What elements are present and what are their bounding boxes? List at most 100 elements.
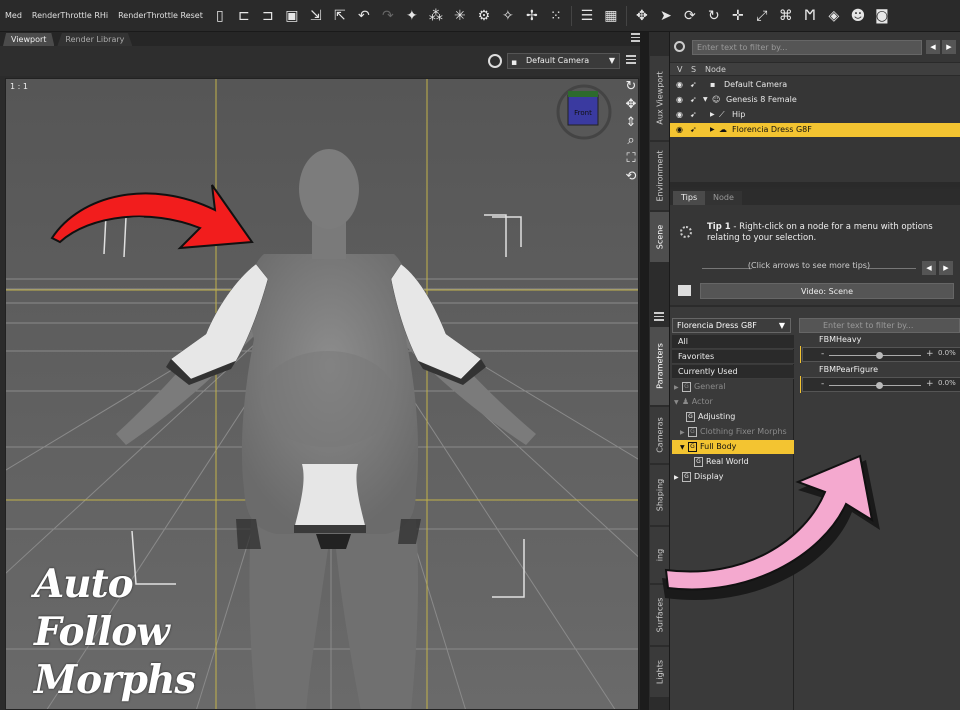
scene-row-selected[interactable]: ◉ ➹ ▶ ☁ Florencia Dress G8F bbox=[670, 123, 960, 137]
render-settings-icon[interactable]: ⚙ bbox=[474, 6, 494, 26]
col-visible[interactable]: V bbox=[677, 63, 682, 76]
tab-environment[interactable]: Environment bbox=[650, 142, 669, 210]
render-camera-icon[interactable]: ✦ bbox=[402, 6, 422, 26]
slider-value[interactable]: 0.0% bbox=[938, 349, 956, 357]
tab-viewport[interactable]: Viewport bbox=[3, 33, 55, 46]
camera-select[interactable]: ▪ Default Camera ▼ bbox=[507, 53, 620, 69]
scene-row[interactable]: ◉ ➹ ▪ Default Camera bbox=[670, 78, 960, 92]
rotate-tool-icon[interactable]: ⟳ bbox=[680, 6, 700, 26]
tab-parameters[interactable]: Parameters bbox=[650, 327, 669, 405]
tab-lights[interactable]: Lights bbox=[650, 647, 669, 697]
tree-item-favorites[interactable]: Favorites bbox=[672, 350, 794, 364]
tree-item-actor[interactable]: ▼ ♟ Actor bbox=[672, 395, 794, 409]
expand-icon[interactable]: ▼ bbox=[674, 396, 682, 410]
slider-control[interactable]: - + 0.0% bbox=[802, 347, 960, 362]
joint-editor-icon[interactable]: ⌘ bbox=[776, 6, 796, 26]
next-arrow-icon[interactable]: ▶ bbox=[942, 40, 956, 54]
twist-tool-icon[interactable]: ↻ bbox=[704, 6, 724, 26]
pointer-icon[interactable]: ➤ bbox=[656, 6, 676, 26]
select-arrow-icon[interactable]: ➹ bbox=[690, 78, 697, 92]
tree-item-full-body[interactable]: ▼ G Full Body bbox=[672, 440, 794, 454]
scale-tool-icon[interactable]: ⤢ bbox=[752, 6, 772, 26]
eye-icon[interactable]: ◉ bbox=[676, 108, 683, 122]
reset-view-icon[interactable]: ⟲ bbox=[622, 168, 640, 186]
video-scene-button[interactable]: Video: Scene bbox=[700, 283, 954, 299]
slider-control[interactable]: - + 0.0% bbox=[802, 377, 960, 392]
toolbar-item-renderthrottle-rhi[interactable]: RenderThrottle RHi bbox=[32, 11, 108, 20]
geometry-editor-icon[interactable]: ◈ bbox=[824, 6, 844, 26]
morph-tool-icon[interactable]: Ϻ bbox=[800, 6, 820, 26]
decrement-icon[interactable]: - bbox=[821, 379, 824, 390]
tab-tips[interactable]: Tips bbox=[673, 191, 706, 205]
export-icon[interactable]: ⇱ bbox=[330, 6, 350, 26]
decrement-icon[interactable]: - bbox=[821, 349, 824, 360]
pan-icon[interactable]: ✥ bbox=[622, 96, 640, 114]
tab-node[interactable]: Node bbox=[705, 191, 742, 205]
expand-icon[interactable]: ▶ bbox=[710, 123, 715, 137]
select-arrow-icon[interactable]: ➹ bbox=[690, 123, 697, 137]
slider-knob[interactable] bbox=[876, 352, 883, 359]
tab-aux-viewport[interactable]: Aux Viewport bbox=[650, 56, 669, 140]
expand-icon[interactable]: ▶ bbox=[680, 426, 688, 440]
new-file-icon[interactable]: ▯ bbox=[210, 6, 230, 26]
scene-resize-handle[interactable] bbox=[670, 182, 960, 187]
select-arrow-icon[interactable]: ➹ bbox=[690, 93, 697, 107]
save-icon[interactable]: ▣ bbox=[282, 6, 302, 26]
tab-scene[interactable]: Scene bbox=[650, 212, 669, 262]
param-filter-input[interactable]: Enter text to filter by... bbox=[799, 318, 960, 333]
camera-search-icon[interactable] bbox=[488, 54, 502, 68]
col-selectable[interactable]: S bbox=[691, 63, 696, 76]
open-folder-icon[interactable]: ⊏ bbox=[234, 6, 254, 26]
select-arrow-icon[interactable]: ➹ bbox=[690, 108, 697, 122]
list-view-icon[interactable]: ☰ bbox=[577, 6, 597, 26]
eye-icon[interactable]: ◉ bbox=[676, 93, 683, 107]
camera-tool-icon[interactable]: ◙ bbox=[872, 6, 892, 26]
expand-icon[interactable]: ▶ bbox=[674, 471, 682, 485]
expand-icon[interactable]: ▼ bbox=[680, 441, 688, 455]
merge-folder-icon[interactable]: ⊐ bbox=[258, 6, 278, 26]
tree-item-real-world[interactable]: G Real World bbox=[672, 455, 794, 469]
universal-tool-icon[interactable]: ✥ bbox=[632, 6, 652, 26]
pane-divider[interactable] bbox=[640, 32, 649, 710]
scene-filter-input[interactable]: Enter text to filter by... bbox=[692, 40, 922, 55]
iray-render-icon[interactable]: ✳ bbox=[450, 6, 470, 26]
grid-view-icon[interactable]: ▦ bbox=[601, 6, 621, 26]
scene-row[interactable]: ◉ ➹ ▼ ☺ Genesis 8 Female bbox=[670, 93, 960, 107]
eye-icon[interactable]: ◉ bbox=[676, 123, 683, 137]
tree-item-display[interactable]: ▶ G Display bbox=[672, 470, 794, 484]
next-tip-icon[interactable]: ▶ bbox=[939, 261, 953, 275]
slider-knob[interactable] bbox=[876, 382, 883, 389]
undo-icon[interactable]: ↶ bbox=[354, 6, 374, 26]
increment-icon[interactable]: + bbox=[926, 378, 934, 390]
dolly-icon[interactable]: ⇕ bbox=[622, 114, 640, 132]
tree-item-general[interactable]: ▶ G General bbox=[672, 380, 794, 394]
slider-fbmpearfigure[interactable]: FBMPearFigure - + 0.0% bbox=[799, 365, 960, 394]
translate-tool-icon[interactable]: ✛ bbox=[728, 6, 748, 26]
pane-menu-icon[interactable] bbox=[654, 312, 664, 323]
orbit-icon[interactable]: ↻ bbox=[622, 78, 640, 96]
tab-shaping[interactable]: Shaping bbox=[650, 465, 669, 525]
expand-icon[interactable]: ▶ bbox=[710, 108, 715, 122]
col-node[interactable]: Node bbox=[705, 63, 726, 76]
geometry-select-icon[interactable]: ⁙ bbox=[546, 6, 566, 26]
spot-render-icon[interactable]: ⁂ bbox=[426, 6, 446, 26]
prev-arrow-icon[interactable]: ◀ bbox=[926, 40, 940, 54]
slider-track[interactable] bbox=[829, 355, 921, 356]
node-select[interactable]: Florencia Dress G8F ▼ bbox=[672, 318, 791, 333]
frame-icon[interactable]: ⛶ bbox=[622, 150, 640, 168]
increment-icon[interactable]: + bbox=[926, 348, 934, 360]
scene-row[interactable]: ◉ ➹ ▶ ⟋ Hip bbox=[670, 108, 960, 122]
tree-item-adjusting[interactable]: G Adjusting bbox=[672, 410, 794, 424]
eye-icon[interactable]: ◉ bbox=[676, 78, 683, 92]
import-icon[interactable]: ⇲ bbox=[306, 6, 326, 26]
magic-wand-icon[interactable]: ✧ bbox=[498, 6, 518, 26]
tree-item-clothing-fixer-morphs[interactable]: ▶ G Clothing Fixer Morphs bbox=[672, 425, 794, 439]
toolbar-item-renderthrottle-reset[interactable]: RenderThrottle Reset bbox=[118, 11, 203, 20]
zoom-icon[interactable]: ⌕ bbox=[622, 132, 640, 150]
tree-item-currently-used[interactable]: Currently Used bbox=[672, 365, 794, 379]
toolbar-item-med[interactable]: Med bbox=[5, 11, 22, 20]
prev-tip-icon[interactable]: ◀ bbox=[922, 261, 936, 275]
slider-track[interactable] bbox=[829, 385, 921, 386]
node-select-icon[interactable]: ✢ bbox=[522, 6, 542, 26]
tab-surfaces[interactable]: Surfaces bbox=[650, 585, 669, 645]
